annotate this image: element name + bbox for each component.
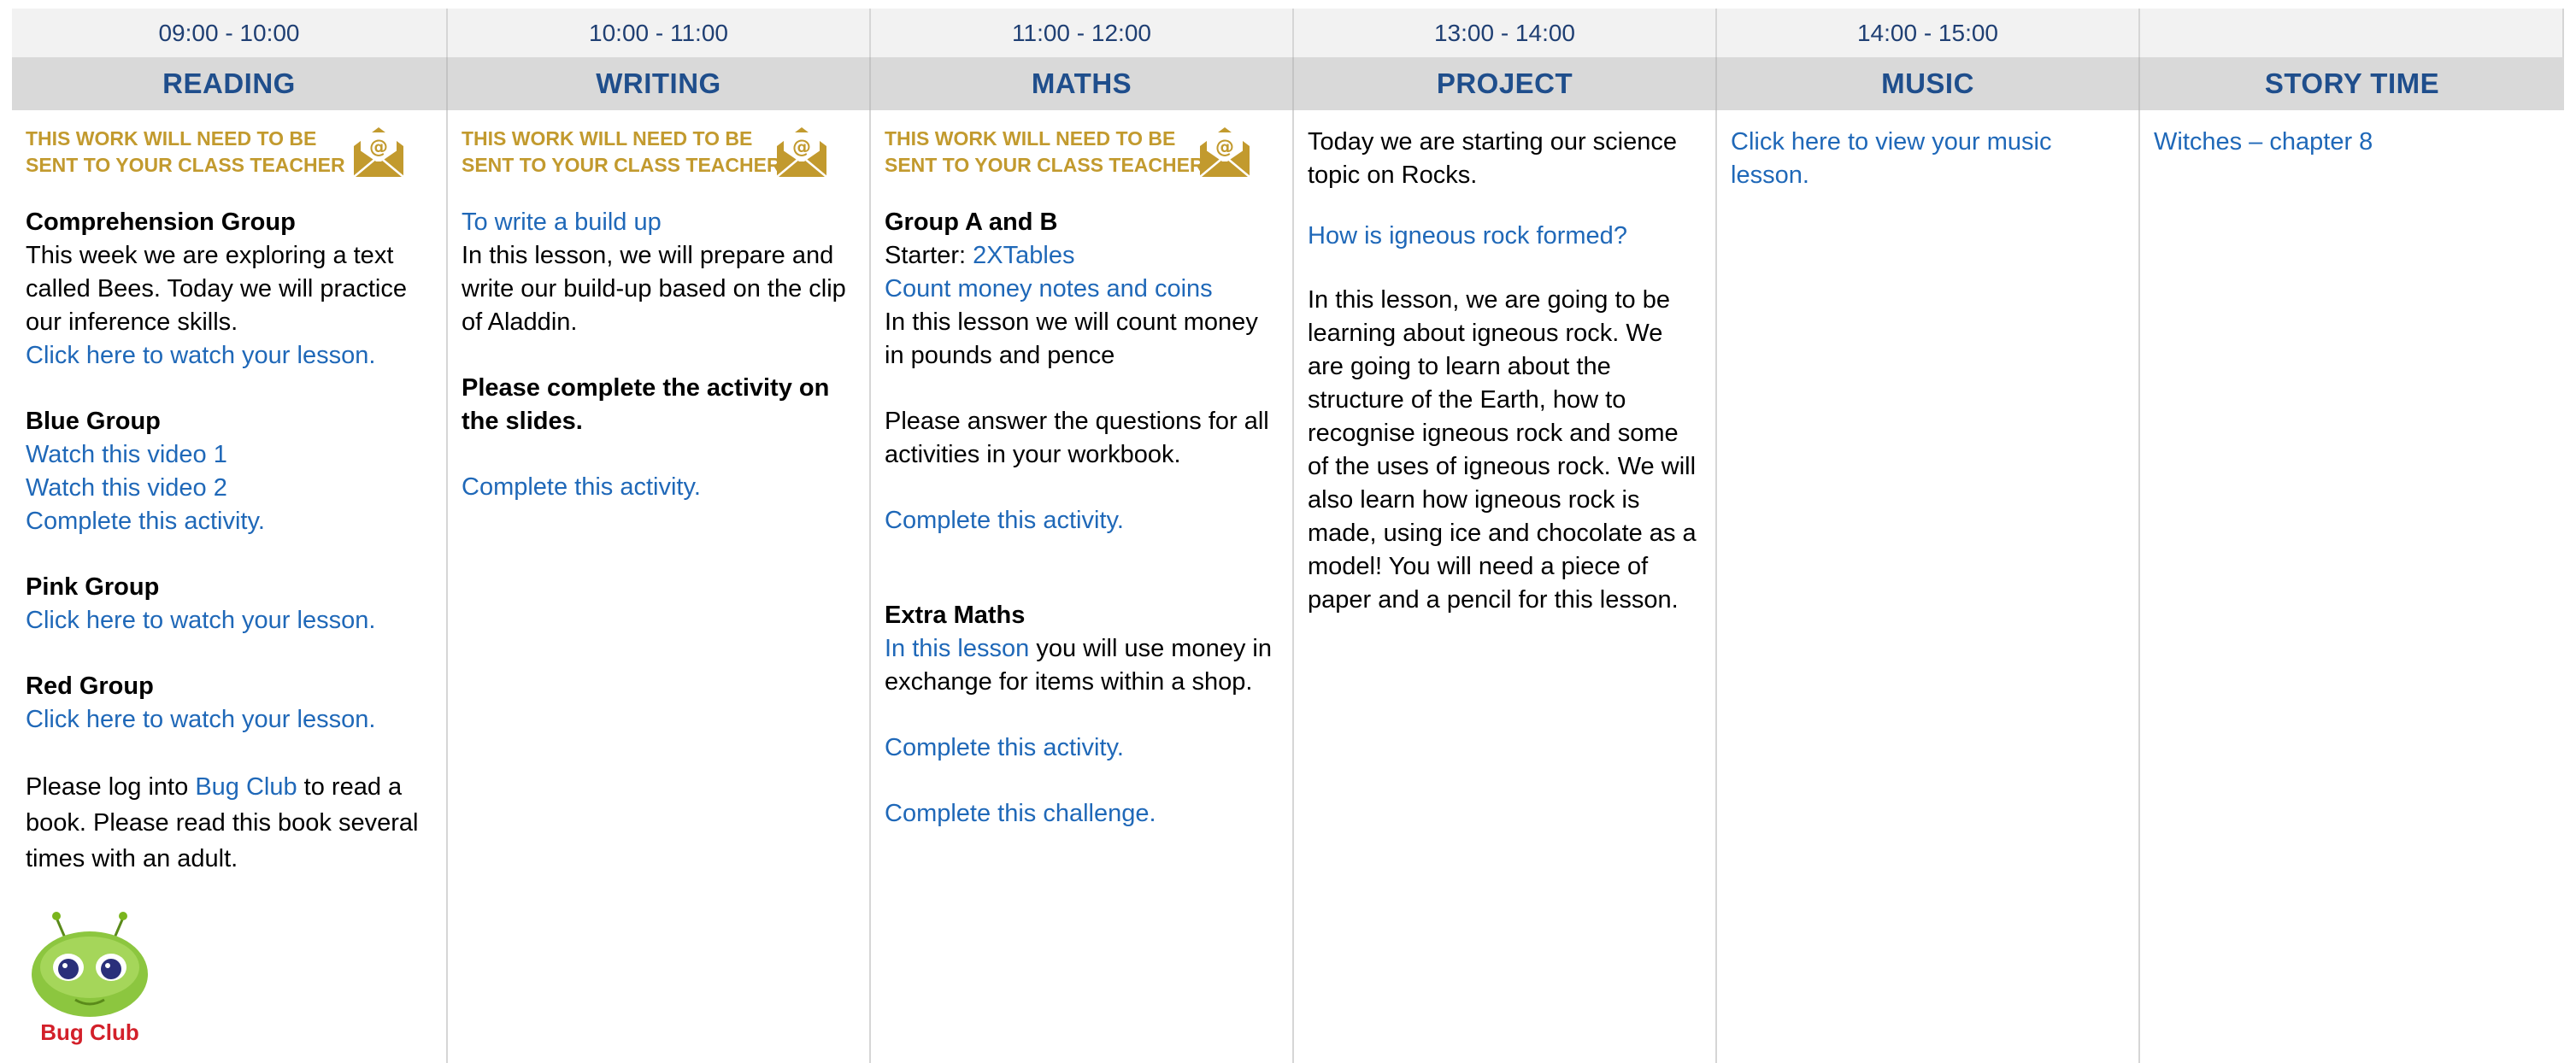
notice-text: THIS WORK WILL NEED TO BE SENT TO YOUR C… (26, 127, 345, 176)
starter-label: Starter: (885, 242, 973, 269)
count-money-link[interactable]: Count money notes and coins (885, 273, 1279, 306)
comprehension-group-text: This week we are exploring a text called… (26, 242, 407, 336)
writing-instruction: Please complete the activity on the slid… (462, 374, 830, 435)
time-slot-music: 14:00 - 15:00 (1717, 9, 2140, 57)
extra-maths-heading: Extra Maths (885, 602, 1026, 629)
timetable: 09:00 - 10:00 10:00 - 11:00 11:00 - 12:0… (12, 9, 2564, 1063)
time-slot-writing: 10:00 - 11:00 (448, 9, 871, 57)
igneous-rock-question-link[interactable]: How is igneous rock formed? (1308, 220, 1702, 253)
blue-activity-link[interactable]: Complete this activity. (26, 505, 432, 538)
email-icon[interactable]: @ (350, 124, 407, 180)
maths-starter: Starter: 2XTables (885, 239, 1279, 273)
email-icon[interactable]: @ (773, 124, 830, 180)
maths-activity-link[interactable]: Complete this activity. (885, 504, 1279, 537)
project-lesson-text: In this lesson, we are going to be learn… (1308, 286, 1697, 614)
email-icon[interactable]: @ (1197, 124, 1253, 180)
writing-activity-link[interactable]: Complete this activity. (462, 471, 856, 504)
maths-instruction: Please answer the questions for all acti… (885, 408, 1269, 468)
witches-chapter-link[interactable]: Witches – chapter 8 (2154, 126, 2550, 159)
music-content: Click here to view your music lesson. (1717, 110, 2140, 1063)
maths-challenge-link[interactable]: Complete this challenge. (885, 797, 1279, 831)
red-group-heading: Red Group (26, 672, 154, 700)
svg-text:Bug Club: Bug Club (40, 1019, 139, 1045)
time-slot-reading: 09:00 - 10:00 (12, 9, 448, 57)
extra-maths-activity-link[interactable]: Complete this activity. (885, 731, 1279, 765)
time-slot-maths: 11:00 - 12:00 (871, 9, 1294, 57)
maths-group-heading: Group A and B (885, 208, 1058, 236)
red-lesson-link[interactable]: Click here to watch your lesson. (26, 703, 432, 737)
blue-video-2-link[interactable]: Watch this video 2 (26, 472, 432, 505)
bugclub-link[interactable]: Bug Club (195, 773, 297, 801)
writing-lesson-text: In this lesson, we will prepare and writ… (462, 242, 846, 336)
maths-lesson-text: In this lesson we will count money in po… (885, 308, 1258, 369)
music-lesson-link[interactable]: Click here to view your music lesson. (1731, 126, 2125, 192)
maths-content: THIS WORK WILL NEED TO BE SENT TO YOUR C… (871, 110, 1294, 1063)
starter-link[interactable]: 2XTables (973, 242, 1074, 269)
story-time-content: Witches – chapter 8 (2140, 110, 2564, 1063)
subject-header-project: PROJECT (1294, 57, 1717, 110)
comprehension-lesson-link[interactable]: Click here to watch your lesson. (26, 339, 432, 373)
comprehension-group-heading: Comprehension Group (26, 208, 296, 236)
blue-group-heading: Blue Group (26, 408, 161, 435)
subject-header-story-time: STORY TIME (2140, 57, 2564, 110)
svg-text:@: @ (369, 137, 388, 158)
teacher-notice: THIS WORK WILL NEED TO BE SENT TO YOUR C… (462, 126, 856, 187)
reading-content: THIS WORK WILL NEED TO BE SENT TO YOUR C… (12, 110, 448, 1063)
teacher-notice: THIS WORK WILL NEED TO BE SENT TO YOUR C… (885, 126, 1279, 187)
subject-header-reading: READING (12, 57, 448, 110)
extra-maths-lesson-link[interactable]: In this lesson (885, 635, 1029, 662)
extra-maths-text: In this lesson you will use money in exc… (885, 632, 1279, 699)
project-content: Today we are starting our science topic … (1294, 110, 1717, 1063)
svg-text:@: @ (1215, 137, 1234, 158)
bug-club-logo[interactable]: Bug Club (26, 907, 154, 1048)
subject-header-writing: WRITING (448, 57, 871, 110)
blue-video-1-link[interactable]: Watch this video 1 (26, 438, 432, 472)
notice-text: THIS WORK WILL NEED TO BE SENT TO YOUR C… (885, 127, 1204, 176)
subject-header-music: MUSIC (1717, 57, 2140, 110)
time-slot-project: 13:00 - 14:00 (1294, 9, 1717, 57)
subject-header-maths: MATHS (871, 57, 1294, 110)
teacher-notice: THIS WORK WILL NEED TO BE SENT TO YOUR C… (26, 126, 432, 187)
project-intro: Today we are starting our science topic … (1308, 128, 1677, 189)
pink-group-heading: Pink Group (26, 573, 160, 601)
svg-text:@: @ (792, 137, 811, 158)
bugclub-text-pre: Please log into (26, 773, 196, 801)
time-slot-story-time (2140, 9, 2564, 57)
writing-title-link[interactable]: To write a build up (462, 206, 856, 239)
writing-content: THIS WORK WILL NEED TO BE SENT TO YOUR C… (448, 110, 871, 1063)
notice-text: THIS WORK WILL NEED TO BE SENT TO YOUR C… (462, 127, 781, 176)
bugclub-instructions: Please log into Bug Club to read a book.… (26, 769, 432, 877)
pink-lesson-link[interactable]: Click here to watch your lesson. (26, 604, 432, 637)
